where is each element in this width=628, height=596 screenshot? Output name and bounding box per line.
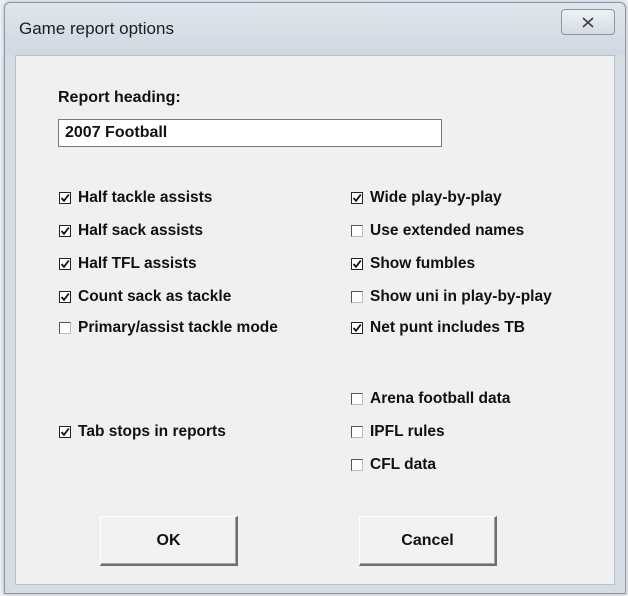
- option-use-extended-names[interactable]: Use extended names: [351, 220, 524, 242]
- option-label: Arena football data: [370, 390, 511, 407]
- checkmark-icon: [60, 226, 70, 236]
- checkbox[interactable]: [351, 459, 363, 471]
- close-icon: [582, 16, 594, 28]
- option-label: Show fumbles: [370, 255, 476, 272]
- option-ipfl-rules[interactable]: IPFL rules: [351, 421, 445, 443]
- checkbox[interactable]: [59, 426, 71, 438]
- option-wide-play-by-play[interactable]: Wide play-by-play: [351, 187, 502, 209]
- option-cfl-data[interactable]: CFL data: [351, 454, 436, 476]
- checkmark-icon: [352, 259, 362, 269]
- option-show-uni-in-play-by-play[interactable]: Show uni in play-by-play: [351, 286, 552, 308]
- option-net-punt-includes-tb[interactable]: Net punt includes TB: [351, 317, 525, 339]
- checkbox[interactable]: [351, 322, 363, 334]
- checkmark-icon: [60, 292, 70, 302]
- report-heading-label: Report heading:: [58, 89, 181, 106]
- checkbox[interactable]: [351, 192, 363, 204]
- option-label: Half tackle assists: [78, 189, 213, 206]
- ok-button[interactable]: OK: [100, 516, 238, 566]
- option-show-fumbles[interactable]: Show fumbles: [351, 253, 475, 275]
- checkbox[interactable]: [351, 426, 363, 438]
- checkmark-icon: [60, 259, 70, 269]
- option-arena-football-data[interactable]: Arena football data: [351, 388, 510, 410]
- checkbox[interactable]: [351, 291, 363, 303]
- option-count-sack-as-tackle[interactable]: Count sack as tackle: [59, 286, 231, 308]
- checkbox[interactable]: [59, 291, 71, 303]
- checkbox[interactable]: [59, 225, 71, 237]
- option-half-sack-assists[interactable]: Half sack assists: [59, 220, 203, 242]
- dialog-content: Report heading: Half tackle assists Half…: [15, 55, 615, 585]
- option-label: Tab stops in reports: [78, 423, 226, 440]
- game-report-options-dialog: Game report options Report heading: Half…: [4, 2, 626, 594]
- checkbox[interactable]: [351, 393, 363, 405]
- checkbox[interactable]: [59, 258, 71, 270]
- checkbox[interactable]: [59, 192, 71, 204]
- option-label: CFL data: [370, 456, 437, 473]
- option-label: Use extended names: [370, 222, 525, 239]
- option-label: Show uni in play-by-play: [370, 288, 552, 305]
- option-label: Half TFL assists: [78, 255, 197, 272]
- option-label: Half sack assists: [78, 222, 203, 239]
- option-half-tackle-assists[interactable]: Half tackle assists: [59, 187, 212, 209]
- report-heading-input[interactable]: [58, 119, 442, 147]
- option-label: Net punt includes TB: [370, 319, 525, 336]
- checkbox[interactable]: [351, 258, 363, 270]
- option-label: Wide play-by-play: [370, 189, 502, 206]
- option-label: IPFL rules: [370, 423, 445, 440]
- option-primary-assist-tackle-mode[interactable]: Primary/assist tackle mode: [59, 317, 278, 339]
- option-label: Count sack as tackle: [78, 288, 232, 305]
- option-half-tfl-assists[interactable]: Half TFL assists: [59, 253, 197, 275]
- option-tab-stops-in-reports[interactable]: Tab stops in reports: [59, 421, 226, 443]
- checkbox[interactable]: [351, 225, 363, 237]
- checkbox[interactable]: [59, 322, 71, 334]
- checkmark-icon: [352, 193, 362, 203]
- close-button[interactable]: [561, 9, 615, 35]
- option-label: Primary/assist tackle mode: [78, 319, 278, 336]
- title-bar[interactable]: Game report options: [5, 3, 625, 55]
- cancel-button[interactable]: Cancel: [359, 516, 497, 566]
- checkmark-icon: [60, 193, 70, 203]
- dialog-title: Game report options: [19, 19, 174, 38]
- checkmark-icon: [60, 427, 70, 437]
- checkmark-icon: [352, 323, 362, 333]
